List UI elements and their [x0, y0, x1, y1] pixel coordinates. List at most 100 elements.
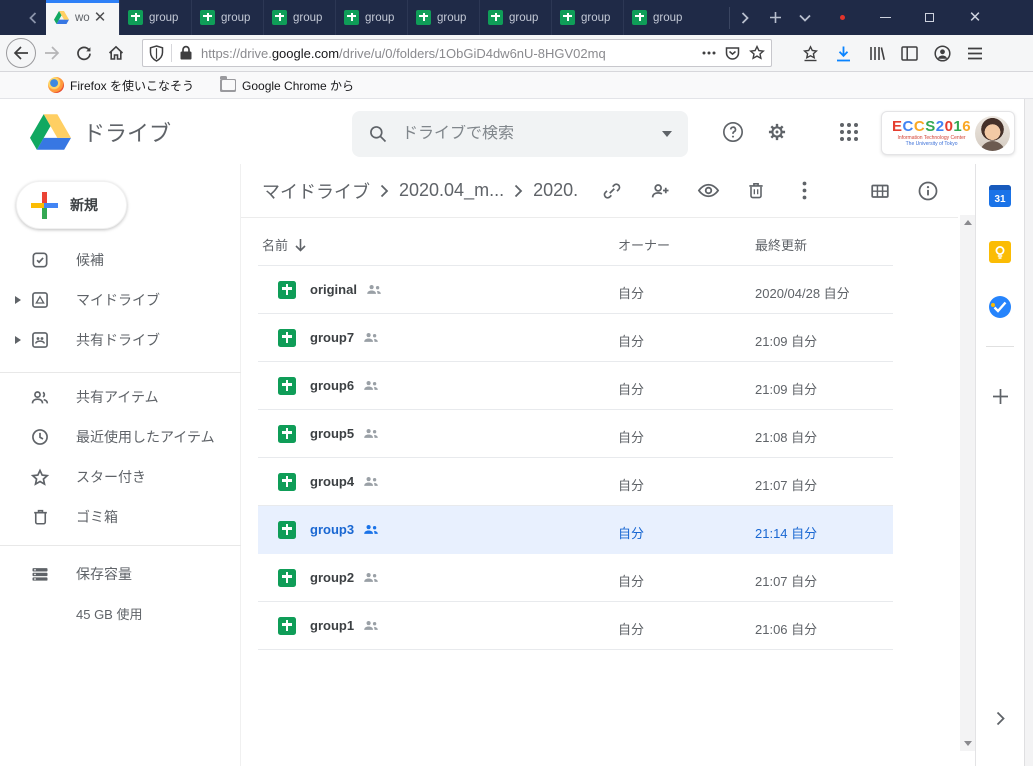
- breadcrumb-my-drive[interactable]: マイドライブ: [262, 178, 370, 204]
- url-bar[interactable]: https://drive.google.com/drive/u/0/folde…: [142, 39, 772, 67]
- library-button[interactable]: [864, 41, 888, 65]
- help-button[interactable]: [721, 120, 745, 144]
- list-tabs-button[interactable]: [790, 0, 820, 35]
- expand-arrow-icon[interactable]: [15, 296, 21, 304]
- storage-used-label: 45 GB 使用: [76, 604, 142, 623]
- sidebar-item-recent[interactable]: 最近使用したアイテム: [0, 417, 241, 457]
- active-tab[interactable]: wo ✕: [46, 0, 119, 35]
- scroll-up-icon[interactable]: [964, 220, 972, 225]
- column-header-modified[interactable]: 最終更新: [755, 235, 807, 254]
- window-maximize-button[interactable]: [906, 0, 952, 35]
- file-owner: 自分: [618, 379, 644, 398]
- file-row[interactable]: group4自分21:07 自分: [258, 458, 893, 506]
- downloads-button[interactable]: [831, 41, 855, 65]
- tasks-app-button[interactable]: [988, 295, 1012, 319]
- sidebars-button[interactable]: [897, 41, 921, 65]
- keep-app-button[interactable]: [988, 240, 1012, 264]
- sidebar-item-starred[interactable]: スター付き: [0, 457, 241, 497]
- home-button[interactable]: [100, 37, 132, 69]
- window-minimize-button[interactable]: [864, 0, 906, 35]
- delete-button[interactable]: [744, 179, 768, 203]
- pocket-button[interactable]: [725, 46, 740, 61]
- window-close-button[interactable]: ✕: [952, 0, 998, 35]
- tab-group[interactable]: group: [551, 0, 623, 35]
- bookmark-folder-chrome[interactable]: Google Chrome から: [220, 77, 354, 94]
- sheets-favicon-icon: [128, 10, 143, 25]
- page-actions-button[interactable]: [702, 51, 716, 55]
- file-row[interactable]: original自分2020/04/28 自分: [258, 266, 893, 314]
- tab-group[interactable]: group: [623, 0, 695, 35]
- file-name: group7: [310, 330, 379, 345]
- new-tab-button[interactable]: [760, 0, 790, 35]
- sidebar-item-trash[interactable]: ゴミ箱: [0, 497, 241, 537]
- column-header-owner[interactable]: オーナー: [618, 235, 670, 254]
- forward-button[interactable]: [36, 37, 68, 69]
- file-row[interactable]: group2自分21:07 自分: [258, 554, 893, 602]
- details-button[interactable]: [916, 179, 940, 203]
- search-input[interactable]: [402, 125, 662, 143]
- column-header-name[interactable]: 名前: [262, 235, 307, 254]
- file-row[interactable]: group5自分21:08 自分: [258, 410, 893, 458]
- sheets-file-icon: [278, 425, 296, 443]
- more-actions-button[interactable]: [792, 179, 816, 203]
- reload-button[interactable]: [68, 37, 100, 69]
- sidebar-item-shared-drives[interactable]: 共有ドライブ: [0, 320, 241, 360]
- tab-group[interactable]: group: [263, 0, 335, 35]
- drive-logo[interactable]: [30, 114, 71, 150]
- new-button[interactable]: 新規: [16, 181, 127, 229]
- file-name: original: [310, 282, 382, 297]
- file-row[interactable]: group7自分21:09 自分: [258, 314, 893, 362]
- tab-scroll-left-button[interactable]: [0, 0, 46, 35]
- settings-button[interactable]: [765, 120, 789, 144]
- chevron-left-icon: [28, 12, 38, 24]
- tab-scroll-right-button[interactable]: [730, 0, 760, 35]
- avatar[interactable]: [975, 116, 1010, 151]
- sidebar-item-priority[interactable]: 候補: [0, 240, 241, 280]
- file-row[interactable]: group6自分21:09 自分: [258, 362, 893, 410]
- window-scrollbar[interactable]: [1024, 99, 1033, 766]
- collapse-panel-button[interactable]: [988, 706, 1012, 730]
- apps-grid-icon: [839, 122, 859, 142]
- tab-group[interactable]: group: [479, 0, 551, 35]
- content-scrollbar[interactable]: [960, 215, 975, 751]
- file-row[interactable]: group1自分21:06 自分: [258, 602, 893, 650]
- account-badge[interactable]: ECCS2016 Information Technology Center T…: [881, 111, 1015, 155]
- calendar-app-button[interactable]: 31: [988, 184, 1012, 208]
- breadcrumb-folder-parent[interactable]: 2020.04_m...: [399, 180, 504, 201]
- file-modified: 21:09 自分: [755, 331, 817, 350]
- bookmark-firefox[interactable]: Firefox を使いこなそう: [48, 77, 194, 94]
- sidebar-divider: [0, 372, 241, 373]
- expand-arrow-icon[interactable]: [15, 336, 21, 344]
- tab-close-icon[interactable]: ✕: [94, 10, 107, 25]
- grid-view-button[interactable]: [868, 179, 892, 203]
- search-options-caret-icon[interactable]: [662, 131, 672, 137]
- account-button[interactable]: [930, 41, 954, 65]
- add-addon-button[interactable]: [988, 384, 1012, 408]
- menu-button[interactable]: [963, 41, 987, 65]
- preview-button[interactable]: [696, 179, 720, 203]
- tab-group[interactable]: group: [407, 0, 479, 35]
- breadcrumb-folder-current[interactable]: 2020.: [533, 180, 578, 201]
- side-panel-divider: [986, 346, 1014, 347]
- get-link-button[interactable]: [600, 179, 624, 203]
- sidebar-item-shared-with-me[interactable]: 共有アイテム: [0, 377, 241, 417]
- sheets-file-icon: [278, 329, 296, 347]
- group-tabs: groupgroupgroupgroupgroupgroupgroupgroup: [119, 0, 695, 35]
- file-modified: 21:07 自分: [755, 571, 817, 590]
- apps-grid-button[interactable]: [837, 120, 861, 144]
- file-owner: 自分: [618, 475, 644, 494]
- file-row[interactable]: group3自分21:14 自分: [258, 506, 893, 554]
- tab-group[interactable]: group: [335, 0, 407, 35]
- bookmark-star-button[interactable]: [749, 45, 765, 61]
- tab-group[interactable]: group: [119, 0, 191, 35]
- share-button[interactable]: [648, 179, 672, 203]
- scroll-down-icon[interactable]: [964, 741, 972, 746]
- sidebar-item-my-drive[interactable]: マイドライブ: [0, 280, 241, 320]
- sidebar-item-storage[interactable]: 保存容量: [0, 554, 241, 594]
- highlights-button[interactable]: [798, 41, 822, 65]
- search-box[interactable]: [352, 111, 688, 157]
- multicolor-plus-icon: [31, 192, 58, 219]
- app-title: ドライブ: [83, 116, 171, 148]
- back-button[interactable]: [6, 38, 36, 68]
- tab-group[interactable]: group: [191, 0, 263, 35]
